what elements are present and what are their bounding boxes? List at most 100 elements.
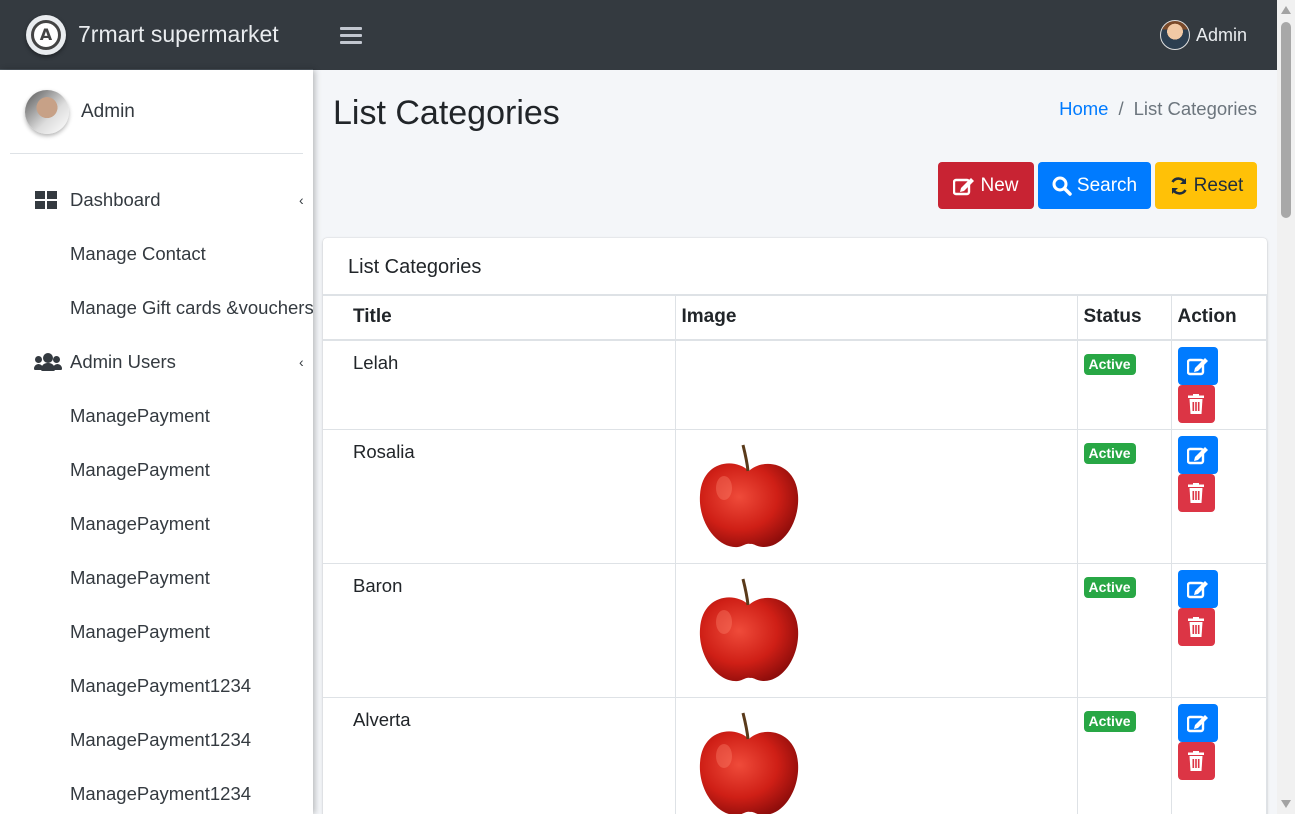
sidebar-item-dashboard[interactable]: Dashboard ‹ (0, 173, 313, 227)
breadcrumb-home-link[interactable]: Home (1059, 98, 1108, 120)
sidebar-item-admin-users[interactable]: Admin Users ‹ (0, 335, 313, 389)
breadcrumb-current: List Categories (1133, 98, 1257, 119)
top-user-avatar (1159, 20, 1190, 50)
sidebar-item-manage-payment-1234[interactable]: ManagePayment1234 (0, 659, 313, 713)
delete-button[interactable] (1177, 742, 1215, 780)
edit-icon (953, 177, 975, 195)
sidebar-item-label: ManagePayment (70, 621, 210, 642)
sidebar-item-manage-payment[interactable]: ManagePayment (0, 443, 313, 497)
brand-link[interactable]: A 7rmart supermarket (0, 0, 313, 70)
categories-card: List Categories Title Image Status Actio… (323, 238, 1267, 814)
breadcrumb: Home / List Categories (1059, 98, 1257, 120)
status-cell: Active (1076, 429, 1172, 564)
status-cell: Active (1076, 697, 1172, 814)
action-cell (1170, 429, 1267, 564)
sidebar-item-label: ManagePayment (70, 513, 210, 534)
sidebar-item-label: ManagePayment (70, 459, 210, 480)
categories-table: Title Image Status Action Lelah Active R… (323, 295, 1267, 814)
brand-logo-letter: A (31, 19, 61, 50)
edit-button[interactable] (1177, 570, 1218, 608)
column-header-action: Action (1170, 295, 1267, 341)
sidebar-user-panel[interactable]: Admin (10, 70, 303, 154)
sidebar-item-manage-gift-cards[interactable]: Manage Gift cards &vouchers (0, 281, 313, 335)
category-image-cell (674, 429, 1078, 564)
main-content: List Categories Home / List Categories N… (313, 70, 1277, 814)
sidebar-item-label: ManagePayment1234 (70, 783, 252, 804)
sidebar-item-manage-payment[interactable]: ManagePayment (0, 605, 313, 659)
sidebar-item-label: ManagePayment (70, 567, 210, 588)
scroll-down-arrow-icon[interactable] (1281, 800, 1291, 808)
status-badge[interactable]: Active (1083, 353, 1136, 375)
column-header-image: Image (674, 295, 1078, 341)
trash-icon (1188, 617, 1204, 637)
trash-icon (1188, 483, 1204, 503)
delete-button[interactable] (1177, 474, 1215, 512)
category-title: Rosalia (323, 429, 676, 564)
edit-icon (1186, 581, 1208, 599)
status-badge[interactable]: Active (1083, 443, 1136, 464)
table-row: Baron Active (323, 563, 1267, 698)
reset-button-label: Reset (1193, 174, 1244, 196)
table-row: Rosalia Active (323, 429, 1267, 564)
edit-icon (1186, 715, 1208, 733)
edit-icon (1186, 447, 1208, 465)
sidebar-item-manage-payment-1234[interactable]: ManagePayment1234 (0, 713, 313, 767)
sidebar-item-manage-payment[interactable]: ManagePayment (0, 389, 313, 443)
apple-image (699, 444, 798, 548)
category-image-cell (674, 339, 1078, 430)
chevron-left-icon: ‹ (299, 192, 304, 208)
search-icon (1052, 176, 1072, 196)
new-button-label: New (980, 174, 1019, 196)
edit-button[interactable] (1177, 436, 1218, 474)
sidebar-item-label: Admin Users (70, 351, 176, 372)
scrollbar-thumb[interactable] (1281, 22, 1291, 218)
table-row: Lelah Active (323, 339, 1267, 430)
action-cell (1170, 339, 1267, 430)
delete-button[interactable] (1177, 384, 1215, 423)
category-image-cell (674, 563, 1078, 698)
brand-logo: A (26, 14, 66, 55)
sidebar-item-label: Dashboard (70, 189, 161, 210)
sidebar-item-manage-payment[interactable]: ManagePayment (0, 497, 313, 551)
trash-icon (1188, 751, 1204, 771)
sidebar-item-label: Manage Gift cards &vouchers (70, 297, 313, 318)
apple-image (699, 712, 798, 814)
new-button[interactable]: New (938, 162, 1034, 209)
column-header-title: Title (323, 295, 676, 341)
status-cell: Active (1076, 339, 1172, 430)
breadcrumb-separator: / (1118, 98, 1124, 119)
action-cell (1170, 697, 1267, 814)
sidebar-item-manage-payment-1234[interactable]: ManagePayment1234 (0, 767, 313, 814)
dashboard-icon (34, 190, 58, 210)
brand-name: 7rmart supermarket (78, 21, 279, 47)
apple-image (699, 578, 798, 682)
top-user-menu[interactable]: Admin (1159, 20, 1247, 50)
category-title: Lelah (323, 339, 676, 430)
table-row: Alverta Active (323, 697, 1267, 814)
sidebar-item-manage-payment[interactable]: ManagePayment (0, 551, 313, 605)
top-user-name: Admin (1195, 24, 1247, 45)
delete-button[interactable] (1177, 608, 1215, 646)
scroll-up-arrow-icon[interactable] (1281, 6, 1291, 14)
menu-toggle-icon[interactable] (340, 22, 362, 48)
reset-button[interactable]: Reset (1155, 162, 1257, 209)
action-cell (1170, 563, 1267, 698)
status-badge[interactable]: Active (1083, 577, 1136, 598)
search-button[interactable]: Search (1038, 162, 1151, 209)
category-image-cell (674, 697, 1078, 814)
sidebar-item-label: ManagePayment1234 (70, 729, 252, 750)
edit-button[interactable] (1177, 346, 1218, 385)
status-cell: Active (1076, 563, 1172, 698)
category-title: Baron (323, 563, 676, 698)
search-button-label: Search (1076, 174, 1138, 196)
sidebar-item-label: Manage Contact (70, 243, 206, 264)
sidebar-item-label: ManagePayment1234 (70, 675, 252, 696)
sidebar-item-manage-contact[interactable]: Manage Contact (0, 227, 313, 281)
status-badge[interactable]: Active (1083, 711, 1136, 732)
page-scrollbar[interactable] (1277, 0, 1295, 814)
avatar (25, 89, 69, 134)
chevron-left-icon: ‹ (299, 354, 304, 370)
sidebar-item-label: ManagePayment (70, 405, 210, 426)
edit-button[interactable] (1177, 704, 1218, 742)
category-title: Alverta (323, 697, 676, 814)
